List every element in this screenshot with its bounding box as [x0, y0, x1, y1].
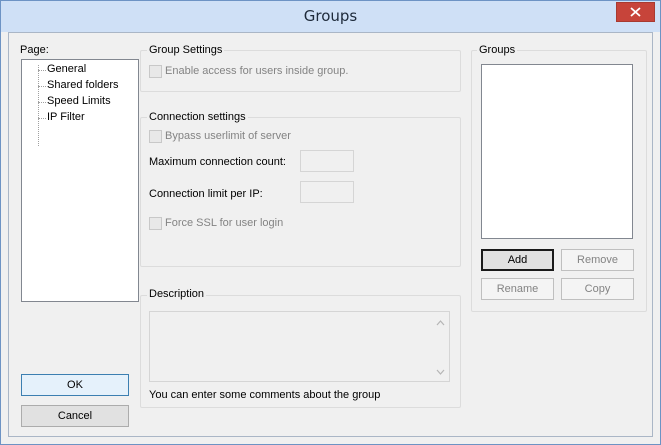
tree-connector: [38, 118, 46, 119]
tree-item-speed-limits[interactable]: Speed Limits: [47, 95, 111, 107]
tree-item-ip-filter[interactable]: IP Filter: [47, 111, 85, 123]
tree-connector: [38, 86, 46, 87]
force-ssl-label: Force SSL for user login: [165, 217, 284, 229]
close-button[interactable]: [616, 2, 655, 22]
tree-item-general[interactable]: General: [47, 63, 86, 75]
max-connection-field[interactable]: [300, 150, 354, 172]
close-icon: [630, 7, 641, 17]
tree-connector: [38, 65, 39, 146]
dialog-client-area: Page: General Shared folders Speed Limit…: [8, 32, 653, 437]
groups-title: Groups: [477, 44, 518, 56]
description-scrollbar[interactable]: [432, 312, 449, 381]
description-title: Description: [147, 288, 207, 300]
bypass-userlimit-label: Bypass userlimit of server: [165, 130, 291, 142]
scroll-up-icon[interactable]: [432, 316, 449, 330]
title-bar[interactable]: Groups: [1, 1, 660, 32]
page-tree[interactable]: General Shared folders Speed Limits IP F…: [21, 59, 139, 302]
tree-connector: [38, 70, 46, 71]
enable-access-checkbox[interactable]: [149, 65, 162, 78]
force-ssl-checkbox[interactable]: [149, 217, 162, 230]
connection-settings-title: Connection settings: [147, 111, 248, 123]
max-connection-label: Maximum connection count:: [149, 156, 286, 168]
tree-item-shared-folders[interactable]: Shared folders: [47, 79, 119, 91]
limit-per-ip-field[interactable]: [300, 181, 354, 203]
cancel-button[interactable]: Cancel: [21, 405, 129, 427]
ok-button[interactable]: OK: [21, 374, 129, 396]
page-label: Page:: [20, 44, 49, 56]
groups-list[interactable]: [481, 64, 633, 239]
tree-connector: [38, 102, 46, 103]
bypass-userlimit-checkbox[interactable]: [149, 130, 162, 143]
group-settings-title: Group Settings: [147, 44, 225, 56]
enable-access-label: Enable access for users inside group.: [165, 65, 349, 77]
remove-button[interactable]: Remove: [561, 249, 634, 271]
window-title: Groups: [303, 7, 358, 25]
rename-button[interactable]: Rename: [481, 278, 554, 300]
add-button[interactable]: Add: [481, 249, 554, 271]
limit-per-ip-label: Connection limit per IP:: [149, 188, 263, 200]
scroll-down-icon[interactable]: [432, 365, 449, 379]
groups-dialog: Groups Page: General Shared folders Spee…: [0, 0, 661, 445]
copy-button[interactable]: Copy: [561, 278, 634, 300]
description-textarea[interactable]: [149, 311, 450, 382]
description-hint: You can enter some comments about the gr…: [149, 389, 381, 401]
